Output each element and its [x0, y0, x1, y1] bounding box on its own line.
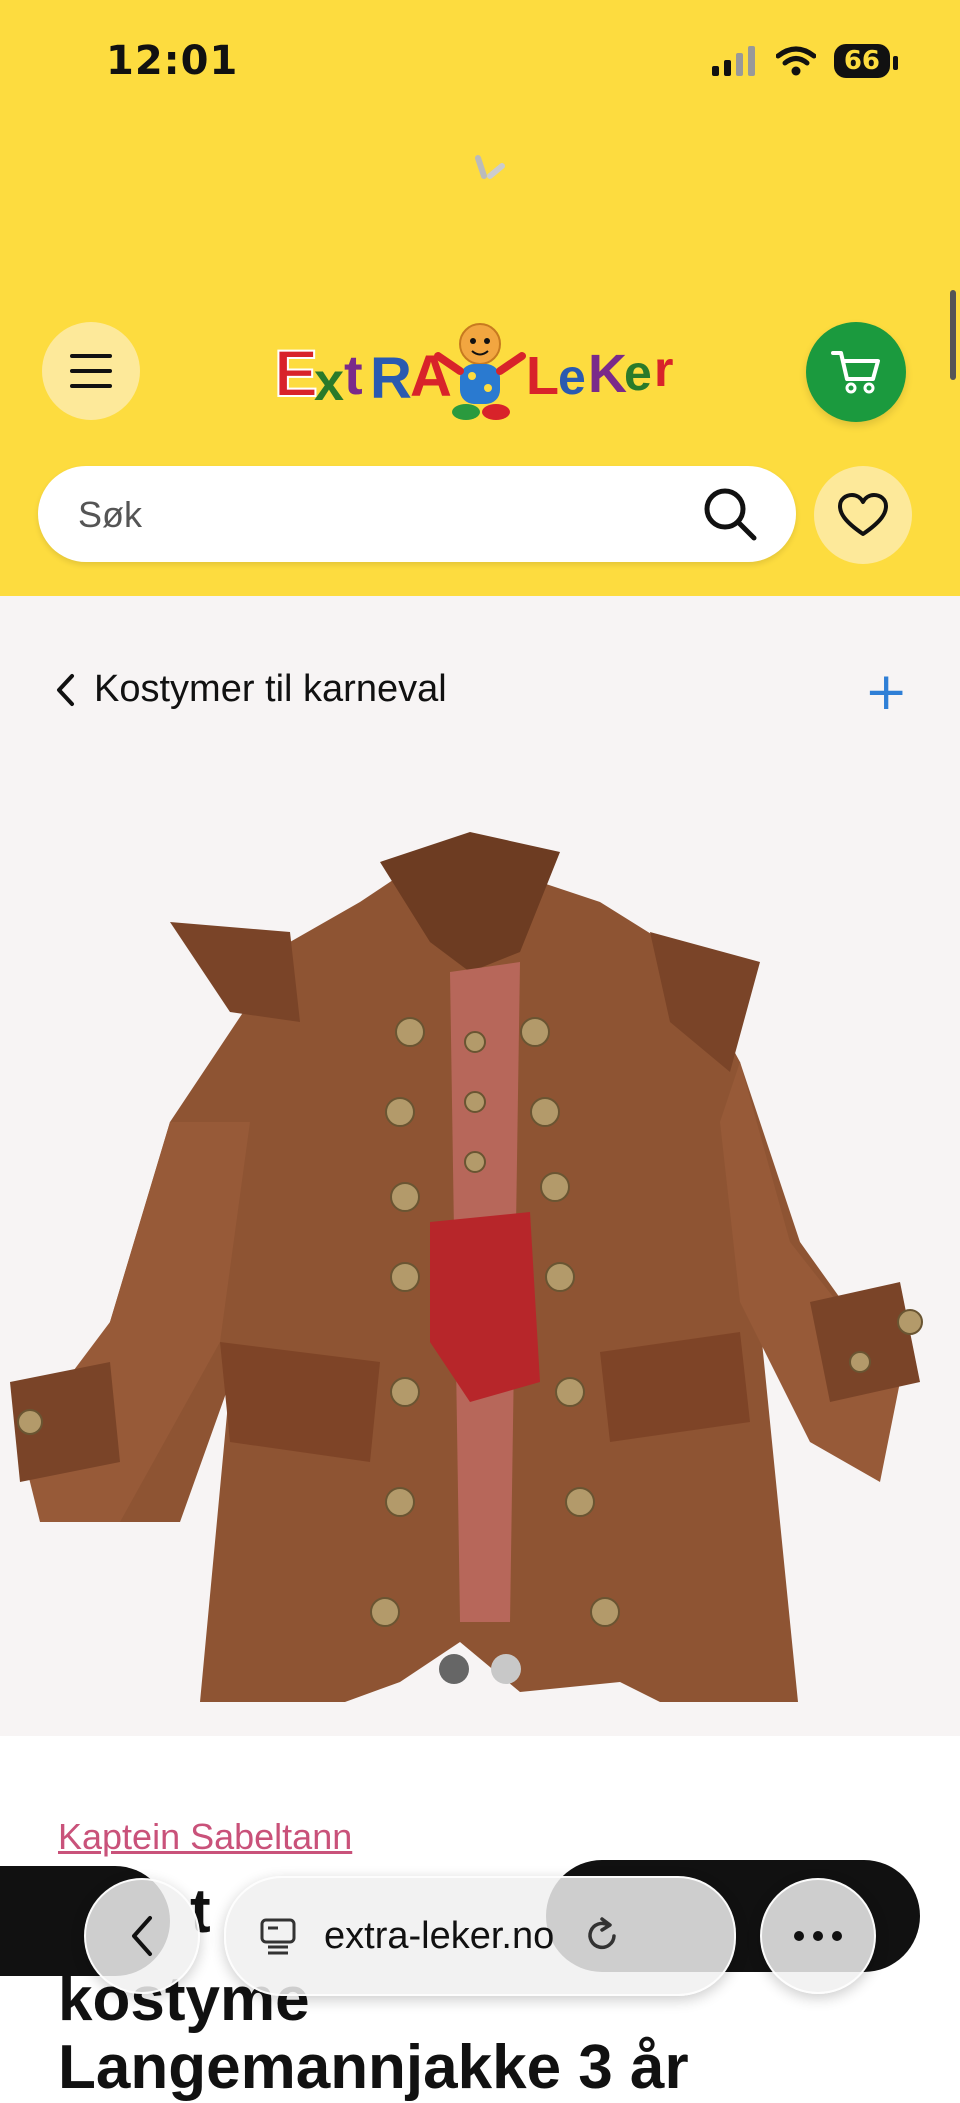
battery-indicator: 66	[833, 44, 899, 78]
favorites-button[interactable]	[814, 466, 912, 564]
svg-text:e: e	[624, 345, 652, 401]
chevron-left-icon	[57, 673, 74, 706]
browser-toolbar: extra-leker.no	[84, 1876, 876, 1996]
search-input[interactable]	[76, 466, 700, 564]
svg-text:R: R	[370, 346, 412, 411]
heart-icon	[838, 493, 888, 536]
browser-back-button[interactable]	[84, 1878, 200, 1994]
loading-spinner-icon	[475, 155, 505, 179]
menu-button[interactable]	[42, 322, 140, 420]
reload-icon[interactable]	[582, 1916, 622, 1956]
product-gallery-section: Kostymer til karneval +	[0, 596, 960, 1736]
brand-link[interactable]: Kaptein Sabeltann	[58, 1816, 352, 1858]
cart-button[interactable]	[806, 322, 906, 422]
address-bar[interactable]: extra-leker.no	[224, 1876, 736, 1996]
gallery-dot-2[interactable]	[491, 1654, 521, 1684]
product-title-line-3: Langemannjakke 3 år	[58, 2033, 689, 2102]
more-options-button[interactable]	[760, 1878, 876, 1994]
svg-text:A: A	[410, 344, 452, 409]
product-image[interactable]	[0, 822, 960, 1702]
svg-text:x: x	[314, 352, 344, 412]
hamburger-icon	[70, 354, 112, 388]
search-icon[interactable]	[702, 486, 758, 542]
svg-text:E: E	[274, 336, 318, 410]
extra-leker-logo[interactable]: E x t R A L e K e r	[270, 316, 690, 426]
breadcrumb-label: Kostymer til karneval	[94, 668, 447, 710]
search-bar	[38, 466, 796, 564]
svg-text:r: r	[654, 341, 673, 397]
svg-text:L: L	[526, 346, 559, 406]
shopping-cart-icon	[831, 351, 880, 394]
expand-button[interactable]: +	[864, 666, 908, 718]
url-text: extra-leker.no	[324, 1914, 555, 1957]
tab-layout-icon	[260, 1918, 296, 1955]
breadcrumb[interactable]: Kostymer til karneval	[54, 668, 447, 711]
svg-text:t: t	[344, 343, 363, 406]
gallery-dot-1[interactable]	[439, 1654, 469, 1684]
svg-text:e: e	[558, 349, 586, 405]
status-time: 12:01	[106, 38, 239, 84]
svg-text:K: K	[588, 344, 627, 404]
more-dots-icon	[794, 1931, 842, 1941]
scroll-indicator	[950, 290, 956, 380]
site-header: 12:01 66 E x t R A L e K e r Søk	[0, 0, 960, 596]
wifi-icon	[775, 46, 816, 76]
signal-icon	[711, 46, 755, 76]
chevron-left-icon	[132, 1916, 152, 1956]
gallery-dots	[0, 1654, 960, 1684]
status-icons: 66	[711, 44, 899, 78]
